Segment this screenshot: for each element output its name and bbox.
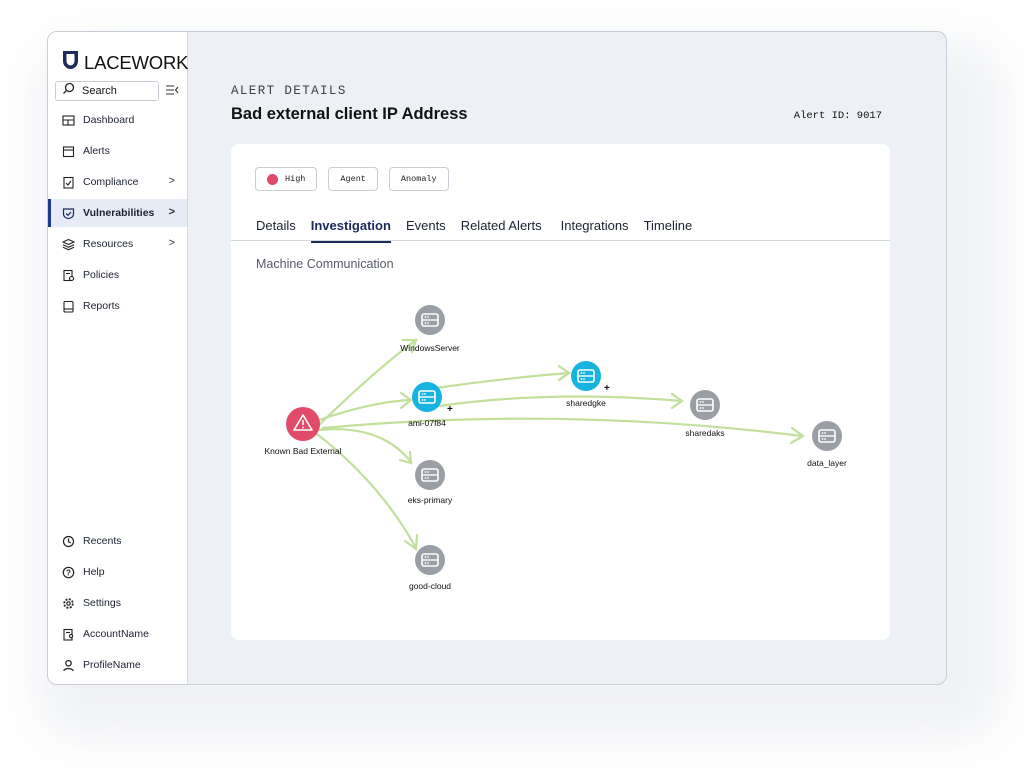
lacework-logo-icon bbox=[62, 50, 79, 75]
compliance-icon bbox=[62, 176, 75, 189]
nav-label: AccountName bbox=[83, 628, 149, 640]
chevron-right-icon: > bbox=[168, 237, 175, 249]
node-sharedaks[interactable] bbox=[690, 390, 720, 420]
nav-label: Alerts bbox=[83, 145, 110, 157]
nav-label: Recents bbox=[83, 535, 122, 547]
edge-ami-sharedaks bbox=[437, 395, 684, 408]
nav-label: Resources bbox=[83, 238, 134, 250]
svg-text:+: + bbox=[604, 383, 610, 394]
vulnerabilities-icon bbox=[62, 207, 75, 220]
node-label-eks: eks-primary bbox=[407, 495, 453, 505]
app-window: LACEWORK Search Dashboard Alerts Complia… bbox=[47, 31, 947, 685]
nav-item-resources[interactable]: Resources > bbox=[48, 230, 187, 258]
nav-label: ProfileName bbox=[83, 659, 141, 671]
node-known-bad-external[interactable] bbox=[286, 407, 320, 441]
node-sharedgke[interactable]: + bbox=[571, 361, 610, 394]
nav-item-reports[interactable]: Reports bbox=[48, 292, 187, 320]
chevron-right-icon: > bbox=[168, 175, 175, 187]
nav-label: Dashboard bbox=[83, 114, 135, 126]
alert-id: Alert ID: 9017 bbox=[793, 110, 882, 122]
node-data-layer[interactable] bbox=[812, 421, 842, 451]
collapse-sidebar-icon[interactable] bbox=[165, 83, 179, 97]
node-label-good-cloud: good-cloud bbox=[408, 581, 452, 591]
alert-card: High Agent Anomaly Details Investigation… bbox=[231, 144, 890, 640]
nav-label: Settings bbox=[83, 597, 121, 609]
nav-item-vulnerabilities[interactable]: Vulnerabilities > bbox=[48, 199, 187, 227]
nav-item-compliance[interactable]: Compliance > bbox=[48, 168, 187, 196]
communication-graph: + + bbox=[286, 305, 842, 575]
search-box[interactable]: Search bbox=[55, 81, 159, 101]
nav-item-dashboard[interactable]: Dashboard bbox=[48, 106, 187, 134]
recents-icon bbox=[62, 535, 75, 548]
node-label-data-layer: data_layer bbox=[807, 458, 847, 468]
edge-source-datalayer bbox=[321, 417, 804, 438]
nav-label: Compliance bbox=[83, 176, 139, 188]
svg-text:?: ? bbox=[66, 568, 71, 577]
account-icon bbox=[62, 628, 75, 641]
nav-item-recents[interactable]: Recents bbox=[48, 527, 187, 555]
node-label-sharedgke: sharedgke bbox=[566, 398, 606, 408]
nav-label: Help bbox=[83, 566, 105, 578]
svg-text:+: + bbox=[447, 404, 453, 415]
reports-icon bbox=[62, 300, 75, 313]
node-label-ami: ami-07f84 bbox=[408, 418, 446, 428]
logo[interactable]: LACEWORK bbox=[62, 50, 188, 75]
nav-item-account[interactable]: AccountName bbox=[48, 620, 187, 648]
chevron-right-icon: > bbox=[168, 206, 175, 218]
node-label-windows: WindowsServer bbox=[400, 343, 460, 353]
policies-icon bbox=[62, 269, 75, 282]
nav-item-profile[interactable]: ProfileName bbox=[48, 651, 187, 679]
graph-edges bbox=[315, 338, 806, 552]
nav-label: Vulnerabilities bbox=[83, 207, 155, 219]
page-breadcrumb: ALERT DETAILS bbox=[231, 84, 347, 98]
nav-label: Policies bbox=[83, 269, 120, 281]
settings-icon bbox=[62, 597, 75, 610]
search-label: Search bbox=[82, 85, 117, 97]
node-label-source: Known Bad External bbox=[264, 446, 342, 456]
search-icon bbox=[62, 82, 75, 100]
nav-item-settings[interactable]: Settings bbox=[48, 589, 187, 617]
node-windowsserver[interactable] bbox=[415, 305, 445, 335]
page-title: Bad external client IP Address bbox=[231, 105, 468, 123]
nav-item-policies[interactable]: Policies bbox=[48, 261, 187, 289]
help-icon: ? bbox=[62, 566, 75, 579]
edge-source-windows bbox=[315, 338, 418, 429]
nav-label: Reports bbox=[83, 300, 120, 312]
node-good-cloud[interactable] bbox=[415, 545, 445, 575]
profile-icon bbox=[62, 659, 75, 672]
edge-ami-sharedgke bbox=[434, 371, 571, 390]
edge-source-ami bbox=[317, 398, 412, 422]
nav-item-alerts[interactable]: Alerts bbox=[48, 137, 187, 165]
resources-icon bbox=[61, 238, 76, 251]
node-label-sharedaks: sharedaks bbox=[685, 428, 725, 438]
nav-item-help[interactable]: ? Help bbox=[48, 558, 187, 586]
sidebar: LACEWORK Search Dashboard Alerts Complia… bbox=[48, 32, 188, 684]
node-eks-primary[interactable] bbox=[415, 460, 445, 490]
dashboard-icon bbox=[62, 114, 75, 127]
alerts-icon bbox=[62, 145, 75, 158]
logo-text: LACEWORK bbox=[84, 51, 189, 73]
